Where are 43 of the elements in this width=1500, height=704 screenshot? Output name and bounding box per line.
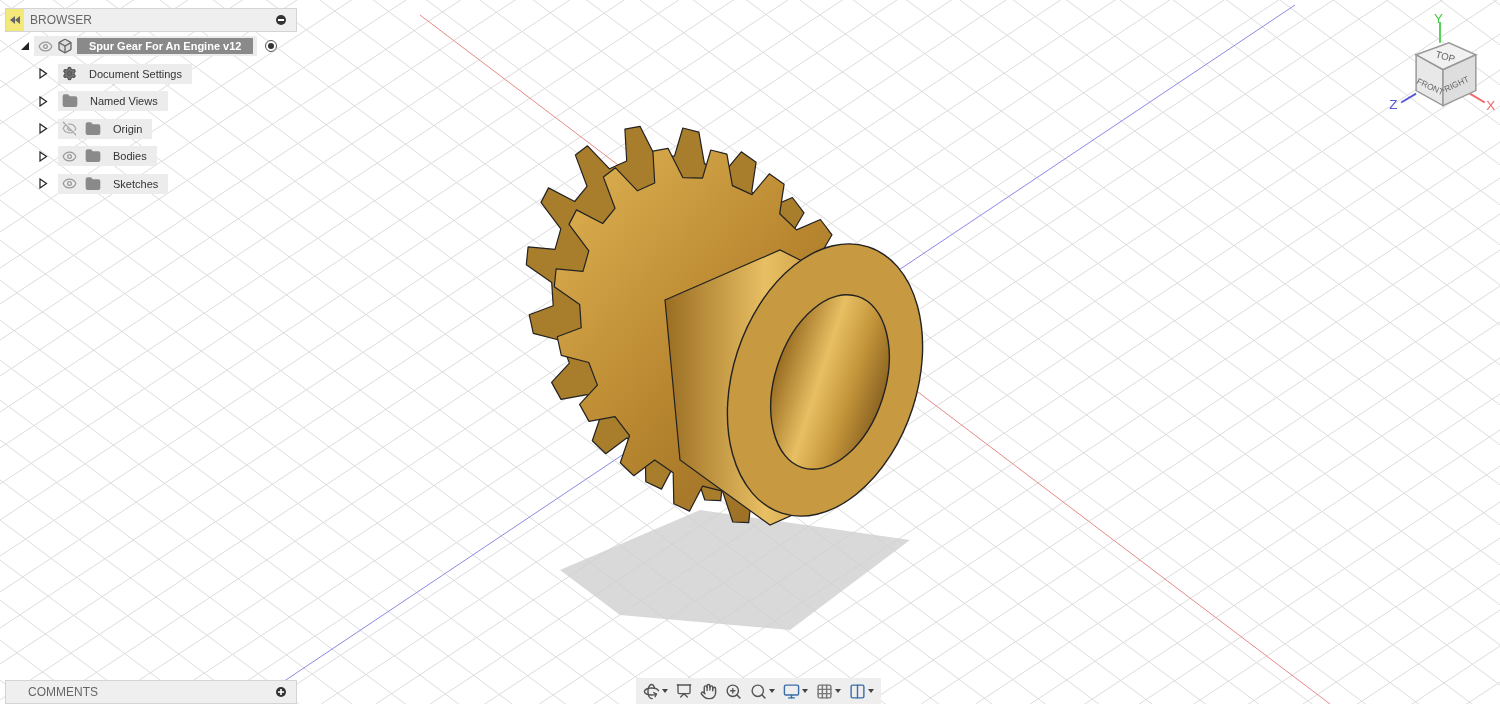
zoom-icon	[725, 682, 742, 700]
monitor-icon	[783, 682, 800, 700]
document-name: Spur Gear For An Engine v12	[77, 38, 254, 54]
plus-circle-icon[interactable]	[276, 687, 286, 697]
tree-item[interactable]: Document Settings	[58, 63, 192, 84]
folder-icon	[62, 93, 78, 109]
double-left-arrow-icon	[10, 16, 20, 24]
active-radio[interactable]	[265, 40, 278, 52]
tree-item[interactable]: Sketches	[58, 173, 169, 194]
caret-icon	[662, 689, 668, 693]
component-icon	[57, 38, 73, 54]
tree-item-label: Bodies	[113, 150, 147, 162]
split-view-icon	[849, 682, 866, 700]
expand-triangle-icon[interactable]	[38, 178, 48, 189]
tree-item-label: Sketches	[113, 177, 159, 190]
collapse-panel-button[interactable]	[6, 9, 24, 31]
folder-icon	[85, 120, 101, 137]
folder-icon	[85, 148, 101, 164]
expand-triangle-icon[interactable]	[38, 95, 48, 107]
grid-icon	[816, 682, 833, 700]
folder-icon	[85, 175, 101, 192]
screen-icon	[676, 683, 692, 699]
collapse-triangle-icon[interactable]	[20, 41, 30, 51]
caret-icon	[802, 689, 808, 693]
browser-title: BROWSER	[30, 13, 93, 27]
hand-icon	[700, 682, 717, 700]
minus-circle-icon[interactable]	[276, 15, 286, 25]
tree-item-label: Document Settings	[89, 67, 182, 80]
tree-item-label: Named Views	[90, 95, 158, 107]
expand-triangle-icon[interactable]	[38, 68, 48, 79]
tree-item[interactable]: Bodies	[58, 146, 157, 166]
caret-icon	[868, 689, 874, 693]
comments-title: COMMENTS	[28, 685, 99, 699]
tree-item[interactable]: Named Views	[58, 91, 168, 111]
caret-icon	[769, 689, 775, 693]
tree-item-label: Origin	[113, 122, 143, 135]
tree-item[interactable]: Origin	[58, 118, 153, 139]
expand-triangle-icon[interactable]	[38, 123, 48, 134]
expand-triangle-icon[interactable]	[38, 150, 48, 162]
search-icon	[750, 682, 767, 700]
caret-icon	[835, 689, 841, 693]
gear-icon	[62, 66, 77, 81]
orbit-icon	[643, 682, 660, 700]
